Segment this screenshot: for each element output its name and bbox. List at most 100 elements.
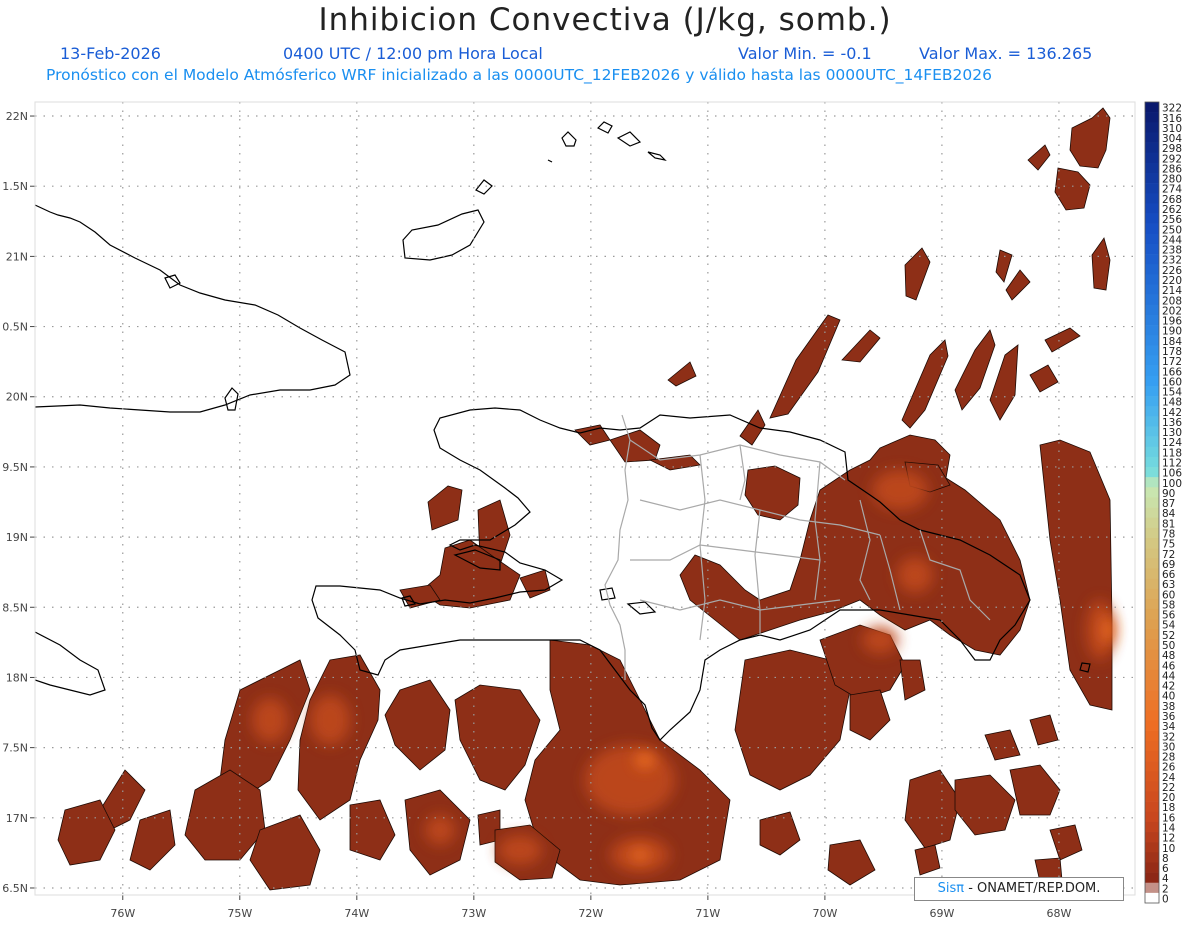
colorbar-swatch (1145, 700, 1159, 711)
colorbar-swatch (1145, 649, 1159, 660)
lat-tick-label: 0.5N (2, 321, 28, 334)
colorbar-swatch (1145, 882, 1159, 894)
colorbar-swatch (1145, 355, 1159, 366)
colorbar-swatch (1145, 821, 1159, 833)
colorbar: 3223163103042982922862802742682622562502… (1144, 101, 1182, 905)
colorbar-swatch (1145, 781, 1159, 792)
lon-tick-label: 72W (578, 907, 603, 920)
colorbar-swatch (1145, 213, 1159, 224)
colorbar-swatch (1145, 385, 1159, 397)
colorbar-swatch (1145, 446, 1159, 458)
colorbar-swatch (1145, 568, 1159, 579)
colorbar-swatch (1145, 274, 1159, 285)
colorbar-swatch (1145, 761, 1159, 772)
colorbar-swatch (1145, 537, 1159, 549)
lat-tick-label: 21N (6, 250, 28, 263)
colorbar-swatch (1145, 659, 1159, 671)
colorbar-label: 0 (1162, 893, 1169, 905)
colorbar-swatch (1145, 852, 1159, 863)
colorbar-swatch (1145, 132, 1159, 143)
colorbar-swatch (1145, 791, 1159, 802)
colorbar-swatch (1145, 548, 1159, 559)
credit-sis: Sisπ (937, 881, 965, 896)
lat-tick-label: 9.5N (2, 461, 28, 474)
colorbar-swatch (1145, 254, 1159, 265)
colorbar-swatch (1145, 507, 1159, 519)
colorbar-swatch (1145, 740, 1159, 752)
colorbar-swatch (1145, 294, 1159, 306)
colorbar-swatch (1145, 406, 1159, 417)
lat-tick-label: 22N (6, 110, 28, 123)
lat-tick-label: 7.5N (2, 742, 28, 755)
colorbar-swatch (1145, 487, 1159, 498)
colorbar-swatch (1145, 619, 1159, 630)
colorbar-swatch (1145, 223, 1159, 235)
map-canvas: 76W 75W 74W 73W 72W 71W 70W 69W 68W 22N 1.5N 21N 0.5… (2, 101, 1182, 920)
colorbar-swatch (1145, 598, 1159, 610)
lon-tick-label: 71W (695, 907, 720, 920)
colorbar-swatch (1145, 872, 1159, 884)
colorbar-swatch (1145, 193, 1159, 204)
colorbar-swatch (1145, 679, 1159, 691)
colorbar-swatch (1145, 102, 1159, 113)
colorbar-swatch (1145, 720, 1159, 731)
colorbar-swatch (1145, 801, 1159, 813)
lon-tick-label: 70W (812, 907, 837, 920)
colorbar-swatch (1145, 558, 1159, 569)
colorbar-swatch (1145, 477, 1159, 488)
lon-tick-label: 74W (344, 907, 369, 920)
colorbar-swatch (1145, 304, 1159, 316)
colorbar-swatch (1145, 730, 1159, 742)
colorbar-swatch (1145, 710, 1159, 721)
lat-tick-label: 1.5N (2, 180, 28, 193)
colorbar-swatch (1145, 527, 1159, 539)
colorbar-swatch (1145, 365, 1159, 377)
colorbar-swatch (1145, 426, 1159, 437)
colorbar-swatch (1145, 669, 1159, 681)
colorbar-swatch (1145, 325, 1159, 336)
colorbar-swatch (1145, 497, 1159, 508)
colorbar-swatch (1145, 335, 1159, 346)
colorbar-swatch (1145, 416, 1159, 427)
colorbar-swatch (1145, 314, 1159, 326)
colorbar-swatch (1145, 467, 1159, 478)
colorbar-swatch (1145, 771, 1159, 782)
lat-tick-label: 18N (6, 671, 28, 684)
colorbar-swatch (1145, 112, 1159, 123)
colorbar-swatch (1145, 862, 1159, 873)
lon-tick-label: 68W (1046, 907, 1071, 920)
lon-tick-label: 76W (110, 907, 135, 920)
colorbar-swatch (1145, 750, 1159, 762)
colorbar-swatch (1145, 183, 1159, 194)
lon-tick-label: 75W (227, 907, 252, 920)
lon-tick-label: 69W (929, 907, 954, 920)
lat-tick-label: 6.5N (2, 882, 28, 895)
colorbar-swatch (1145, 456, 1159, 468)
credit-box: Sisπ - ONAMET/REP.DOM. (914, 877, 1124, 901)
colorbar-swatch (1145, 517, 1159, 529)
colorbar-swatch (1145, 436, 1159, 448)
lat-tick-label: 17N (6, 812, 28, 825)
colorbar-swatch (1145, 832, 1159, 843)
credit-org: - ONAMET/REP.DOM. (964, 881, 1101, 896)
lat-tick-label: 19N (6, 531, 28, 544)
colorbar-swatch (1145, 578, 1159, 589)
colorbar-swatch (1145, 629, 1159, 640)
colorbar-swatch (1145, 284, 1159, 295)
colorbar-swatch (1145, 233, 1159, 245)
lat-tick-label: 20N (6, 391, 28, 404)
colorbar-swatch (1145, 122, 1159, 133)
colorbar-swatch (1145, 162, 1159, 174)
colorbar-swatch (1145, 203, 1159, 214)
lon-tick-label: 73W (461, 907, 486, 920)
colorbar-swatch (1145, 152, 1159, 164)
colorbar-swatch (1145, 892, 1159, 904)
colorbar-swatch (1145, 811, 1159, 823)
colorbar-swatch (1145, 608, 1159, 620)
colorbar-swatch (1145, 375, 1159, 387)
colorbar-swatch (1145, 842, 1159, 853)
colorbar-swatch (1145, 264, 1159, 275)
colorbar-swatch (1145, 172, 1159, 184)
colorbar-swatch (1145, 690, 1159, 701)
colorbar-swatch (1145, 243, 1159, 255)
